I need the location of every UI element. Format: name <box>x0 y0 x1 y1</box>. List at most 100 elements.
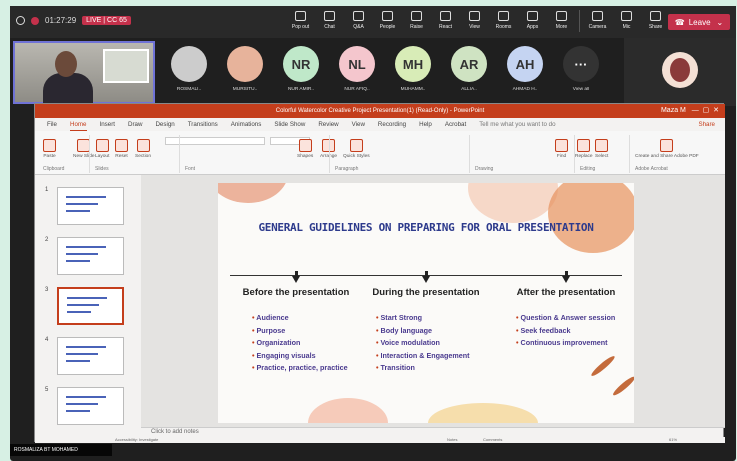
toolbar-apps-button[interactable]: Apps <box>518 10 547 32</box>
participant-tile[interactable]: MURSITU.. <box>222 46 268 92</box>
toolbar-view-button[interactable]: View <box>460 10 489 32</box>
ribbon-create-and-share-adobe-pdf-button[interactable]: Create and Share Adobe PDF <box>635 139 699 159</box>
participant-tile[interactable]: AH AHMAD H.. <box>502 46 548 92</box>
ribbon-tab-animations[interactable]: Animations <box>231 118 262 131</box>
toolbar-chat-button[interactable]: Chat <box>315 10 344 32</box>
participant-name: MUHAMM.. <box>400 87 426 92</box>
participant-tile[interactable]: NL NUR AFIQ.. <box>334 46 380 92</box>
ribbon-separator <box>574 135 575 173</box>
toolbar-label: Pop out <box>291 24 310 30</box>
thumbnail-text <box>66 410 90 412</box>
slide-thumbnail[interactable] <box>57 337 124 375</box>
restore-icon[interactable]: ▢ <box>703 107 710 114</box>
slide-thumbnail[interactable] <box>57 387 124 425</box>
ribbon-tab-slide-show[interactable]: Slide Show <box>274 118 305 131</box>
font-name-box[interactable] <box>165 137 265 145</box>
participant-tile[interactable]: ··· View all <box>558 46 604 92</box>
notes-pane[interactable]: Click to add notes <box>141 427 725 437</box>
ribbon-section-button[interactable]: Section <box>135 139 151 159</box>
guideline-list: Start StrongBody languageVoice modulatio… <box>366 312 486 375</box>
ribbon-tab-transitions[interactable]: Transitions <box>188 118 218 131</box>
arrow-down-icon <box>422 271 430 283</box>
ribbon-tab-help[interactable]: Help <box>419 118 432 131</box>
self-video[interactable] <box>13 41 155 104</box>
arrow-down-icon <box>292 271 300 283</box>
ribbon-find-button[interactable]: Find <box>555 139 568 159</box>
ribbon-reset-button[interactable]: Reset <box>115 139 128 159</box>
ribbon-new-slide-button[interactable]: New Slide <box>73 139 95 159</box>
ribbon-tab-design[interactable]: Design <box>155 118 174 131</box>
slide-title: GENERAL GUIDELINES ON PREPARING FOR ORAL… <box>258 221 594 234</box>
toolbar-raise-button[interactable]: Raise <box>402 10 431 32</box>
ribbon-tab-draw[interactable]: Draw <box>128 118 142 131</box>
ribbon-replace-button[interactable]: Replace <box>575 139 593 159</box>
toolbar-people-button[interactable]: People <box>373 10 402 32</box>
participant-tile[interactable]: AR ALLIA.. <box>446 46 492 92</box>
toolbar-share-button[interactable]: Share <box>641 10 670 32</box>
zoom-level[interactable]: 61% <box>669 437 677 442</box>
accessibility-status[interactable]: Accessibility: Investigate <box>115 437 158 442</box>
ribbon-tab-acrobat[interactable]: Acrobat <box>445 118 466 131</box>
reset-icon <box>115 139 128 152</box>
notes-button[interactable]: Notes <box>447 437 457 442</box>
share-button[interactable]: Share <box>698 118 715 131</box>
record-icon <box>31 16 39 25</box>
ribbon-label: Find <box>556 154 567 159</box>
toolbar-react-button[interactable]: React <box>431 10 460 32</box>
ribbon-tab-insert[interactable]: Insert <box>100 118 115 131</box>
participant-tile[interactable]: MH MUHAMM.. <box>390 46 436 92</box>
thumbnail-text <box>67 311 91 313</box>
slide-thumbnail[interactable] <box>57 287 124 325</box>
guideline-item: Practice, practice, practice <box>252 362 356 375</box>
tell-me-search[interactable]: Tell me what you want to do <box>479 118 555 131</box>
close-icon[interactable]: ✕ <box>713 107 719 114</box>
participant-avatar <box>227 46 263 82</box>
toolbar-q-a-button[interactable]: Q&A <box>344 10 373 32</box>
slide-thumbnail[interactable] <box>57 237 124 275</box>
ribbon-label: Shapes <box>297 154 314 159</box>
thumbnail-number: 3 <box>45 287 49 293</box>
toolbar-mic-button[interactable]: Mic <box>612 10 641 32</box>
ribbon-tab-file[interactable]: File <box>47 118 57 131</box>
participant-tile[interactable]: ROSMALI.. <box>166 46 212 92</box>
toolbar-rooms-button[interactable]: Rooms <box>489 10 518 32</box>
guideline-column: Before the presentation AudiencePurposeOr… <box>236 271 356 375</box>
ribbon-select-button[interactable]: Select <box>595 139 608 159</box>
ribbon-shapes-button[interactable]: Shapes <box>297 139 313 159</box>
guideline-item: Organization <box>252 337 356 350</box>
guideline-item: Engaging visuals <box>252 350 356 363</box>
toolbar-camera-button[interactable]: Camera <box>583 10 612 32</box>
ribbon-paste-button[interactable]: Paste <box>43 139 56 159</box>
ribbon-label: Replace <box>575 154 593 159</box>
comments-button[interactable]: Comments <box>483 437 502 442</box>
toolbar-pop-out-button[interactable]: Pop out <box>286 10 315 32</box>
ribbon-quick-styles-button[interactable]: Quick Styles <box>343 139 370 159</box>
column-heading: Before the presentation <box>242 287 350 298</box>
slide[interactable]: GENERAL GUIDELINES ON PREPARING FOR ORAL… <box>218 183 634 423</box>
ribbon-tab-view[interactable]: View <box>352 118 365 131</box>
ribbon-tab-review[interactable]: Review <box>318 118 338 131</box>
ribbon-group-label: Drawing <box>475 166 494 172</box>
thumbnail-text <box>66 353 98 355</box>
chevron-down-icon[interactable]: ⌄ <box>717 18 724 27</box>
person-face <box>55 51 77 77</box>
leave-button[interactable]: ☎ Leave ⌄ <box>668 14 730 30</box>
guideline-item: Purpose <box>252 325 356 338</box>
ribbon-layout-button[interactable]: Layout <box>95 139 109 159</box>
toolbar-more-button[interactable]: More <box>547 10 576 32</box>
ribbon-label: Create and Share Adobe PDF <box>635 154 699 159</box>
participant-video[interactable] <box>624 38 736 106</box>
camera-icon <box>592 11 603 21</box>
toolbar-label: Rooms <box>495 24 512 30</box>
slide-thumbnail[interactable] <box>57 187 124 225</box>
live-badge[interactable]: LIVE | CC 65 <box>82 16 131 25</box>
toolbar-label: React <box>438 24 453 30</box>
view-icon <box>469 11 480 21</box>
participant-tile[interactable]: NR NUR AMIR.. <box>278 46 324 92</box>
thumbnail-text <box>66 346 106 348</box>
section-icon <box>136 139 150 152</box>
ribbon-label: Layout <box>95 154 110 159</box>
minimize-icon[interactable]: — <box>692 107 699 114</box>
ribbon-tab-recording[interactable]: Recording <box>378 118 406 131</box>
ribbon-tab-home[interactable]: Home <box>69 118 87 131</box>
